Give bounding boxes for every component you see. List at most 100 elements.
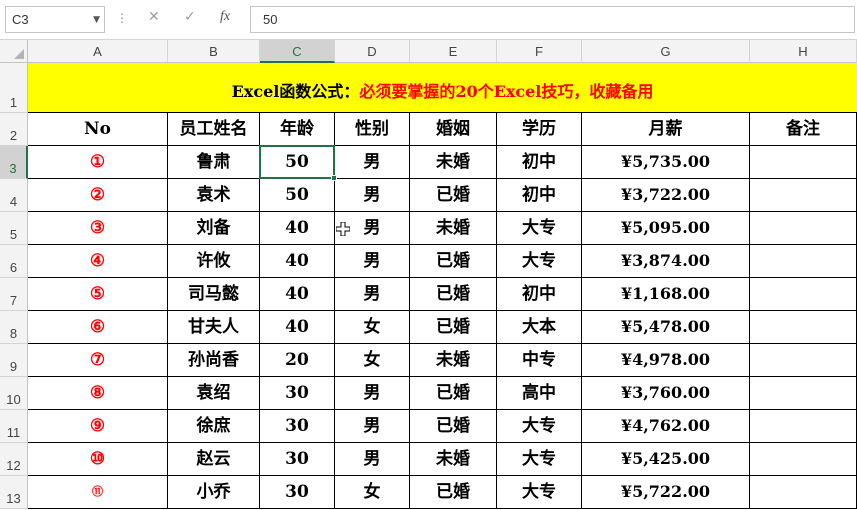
cell-marital-status[interactable]: 已婚 [410, 245, 497, 278]
more-options-icon[interactable]: ⋮ [116, 11, 128, 25]
cell-marital-status[interactable]: 未婚 [410, 344, 497, 377]
cell-employee-name[interactable]: 鲁肃 [168, 146, 260, 179]
column-header-g[interactable]: G [582, 40, 750, 63]
cell-salary[interactable]: ¥5,478.00 [582, 311, 750, 344]
row-header-7[interactable]: 7 [0, 278, 28, 311]
formula-input[interactable]: 50 [250, 6, 855, 33]
row-header-8[interactable]: 8 [0, 311, 28, 344]
cell-employee-name[interactable]: 袁绍 [168, 377, 260, 410]
header-cell-marital-status[interactable]: 婚姻 [410, 113, 497, 146]
cell-education[interactable]: 大专 [497, 245, 582, 278]
cell-note[interactable] [750, 146, 857, 179]
cell-no[interactable]: ⑨ [28, 410, 168, 443]
cell-gender[interactable]: 女 [335, 311, 410, 344]
cell-education[interactable]: 大专 [497, 410, 582, 443]
cell-education[interactable]: 初中 [497, 278, 582, 311]
cell-note[interactable] [750, 476, 857, 509]
cell-employee-name[interactable]: 袁术 [168, 179, 260, 212]
cell-employee-name[interactable]: 小乔 [168, 476, 260, 509]
cell-employee-name[interactable]: 甘夫人 [168, 311, 260, 344]
cell-gender[interactable]: 女 [335, 476, 410, 509]
cell-no[interactable]: ⑤ [28, 278, 168, 311]
cancel-icon[interactable]: ✕ [148, 9, 160, 25]
header-cell-age[interactable]: 年龄 [260, 113, 335, 146]
cell-education[interactable]: 大专 [497, 212, 582, 245]
cell-age[interactable]: 40 [260, 245, 335, 278]
row-header-13[interactable]: 13 [0, 476, 28, 509]
cell-marital-status[interactable]: 已婚 [410, 179, 497, 212]
cell-employee-name[interactable]: 徐庶 [168, 410, 260, 443]
cell-gender[interactable]: 男 [335, 410, 410, 443]
cell-age[interactable]: 40 [260, 278, 335, 311]
cell-education[interactable]: 初中 [497, 146, 582, 179]
worksheet-grid[interactable]: Excel函数公式：必须要掌握的20个Excel技巧，收藏备用 No 员工姓名 年龄… [28, 63, 857, 510]
cell-employee-name[interactable]: 许攸 [168, 245, 260, 278]
cell-marital-status[interactable]: 已婚 [410, 377, 497, 410]
cell-employee-name[interactable]: 孙尚香 [168, 344, 260, 377]
header-cell-employee-name[interactable]: 员工姓名 [168, 113, 260, 146]
cell-education[interactable]: 大专 [497, 443, 582, 476]
cell-note[interactable] [750, 245, 857, 278]
cell-salary[interactable]: ¥5,735.00 [582, 146, 750, 179]
cell-age[interactable]: 30 [260, 443, 335, 476]
cell-salary[interactable]: ¥4,978.00 [582, 344, 750, 377]
cell-marital-status[interactable]: 已婚 [410, 278, 497, 311]
cell-age[interactable]: 20 [260, 344, 335, 377]
cell-gender[interactable]: 男 [335, 179, 410, 212]
cell-marital-status[interactable]: 已婚 [410, 476, 497, 509]
cell-employee-name[interactable]: 刘备 [168, 212, 260, 245]
cell-education[interactable]: 大专 [497, 476, 582, 509]
cell-age[interactable]: 30 [260, 410, 335, 443]
cell-age[interactable]: 30 [260, 476, 335, 509]
cell-note[interactable] [750, 179, 857, 212]
cell-no[interactable]: ④ [28, 245, 168, 278]
row-header-11[interactable]: 11 [0, 410, 28, 443]
column-header-f[interactable]: F [497, 40, 582, 63]
cell-salary[interactable]: ¥3,760.00 [582, 377, 750, 410]
cell-no[interactable]: ⑦ [28, 344, 168, 377]
cell-note[interactable] [750, 377, 857, 410]
cell-gender[interactable]: 女 [335, 344, 410, 377]
row-header-12[interactable]: 12 [0, 443, 28, 476]
active-cell-border[interactable] [259, 145, 335, 179]
cell-note[interactable] [750, 278, 857, 311]
column-header-e[interactable]: E [410, 40, 497, 63]
column-header-c[interactable]: C [260, 40, 335, 63]
name-box[interactable]: C3 ▼ [5, 6, 105, 33]
function-icon[interactable]: fx [220, 9, 230, 25]
header-cell-no[interactable]: No [28, 113, 168, 146]
cell-education[interactable]: 初中 [497, 179, 582, 212]
enter-icon[interactable]: ✓ [184, 9, 196, 25]
header-cell-note[interactable]: 备注 [750, 113, 857, 146]
cell-gender[interactable]: 男 [335, 245, 410, 278]
cell-marital-status[interactable]: 未婚 [410, 443, 497, 476]
row-header-10[interactable]: 10 [0, 377, 28, 410]
column-header-a[interactable]: A [28, 40, 168, 63]
cell-salary[interactable]: ¥5,722.00 [582, 476, 750, 509]
cell-marital-status[interactable]: 未婚 [410, 146, 497, 179]
cell-employee-name[interactable]: 赵云 [168, 443, 260, 476]
cell-salary[interactable]: ¥5,425.00 [582, 443, 750, 476]
row-header-9[interactable]: 9 [0, 344, 28, 377]
fill-handle[interactable] [331, 175, 337, 181]
cell-age[interactable]: 40 [260, 311, 335, 344]
cell-note[interactable] [750, 311, 857, 344]
cell-salary[interactable]: ¥4,762.00 [582, 410, 750, 443]
cell-education[interactable]: 高中 [497, 377, 582, 410]
cell-no[interactable]: ② [28, 179, 168, 212]
select-all-corner[interactable] [0, 40, 28, 63]
cell-note[interactable] [750, 410, 857, 443]
cell-salary[interactable]: ¥3,874.00 [582, 245, 750, 278]
header-cell-salary[interactable]: 月薪 [582, 113, 750, 146]
cell-note[interactable] [750, 443, 857, 476]
row-header-3[interactable]: 3 [0, 146, 28, 179]
cell-no[interactable]: ⑥ [28, 311, 168, 344]
chevron-down-icon[interactable]: ▼ [93, 15, 100, 25]
title-cell[interactable]: Excel函数公式：必须要掌握的20个Excel技巧，收藏备用 [28, 63, 857, 113]
cell-marital-status[interactable]: 已婚 [410, 410, 497, 443]
row-header-2[interactable]: 2 [0, 113, 28, 146]
column-header-d[interactable]: D [335, 40, 410, 63]
cell-age[interactable]: 40 [260, 212, 335, 245]
cell-no[interactable]: ⑧ [28, 377, 168, 410]
column-header-h[interactable]: H [750, 40, 857, 63]
